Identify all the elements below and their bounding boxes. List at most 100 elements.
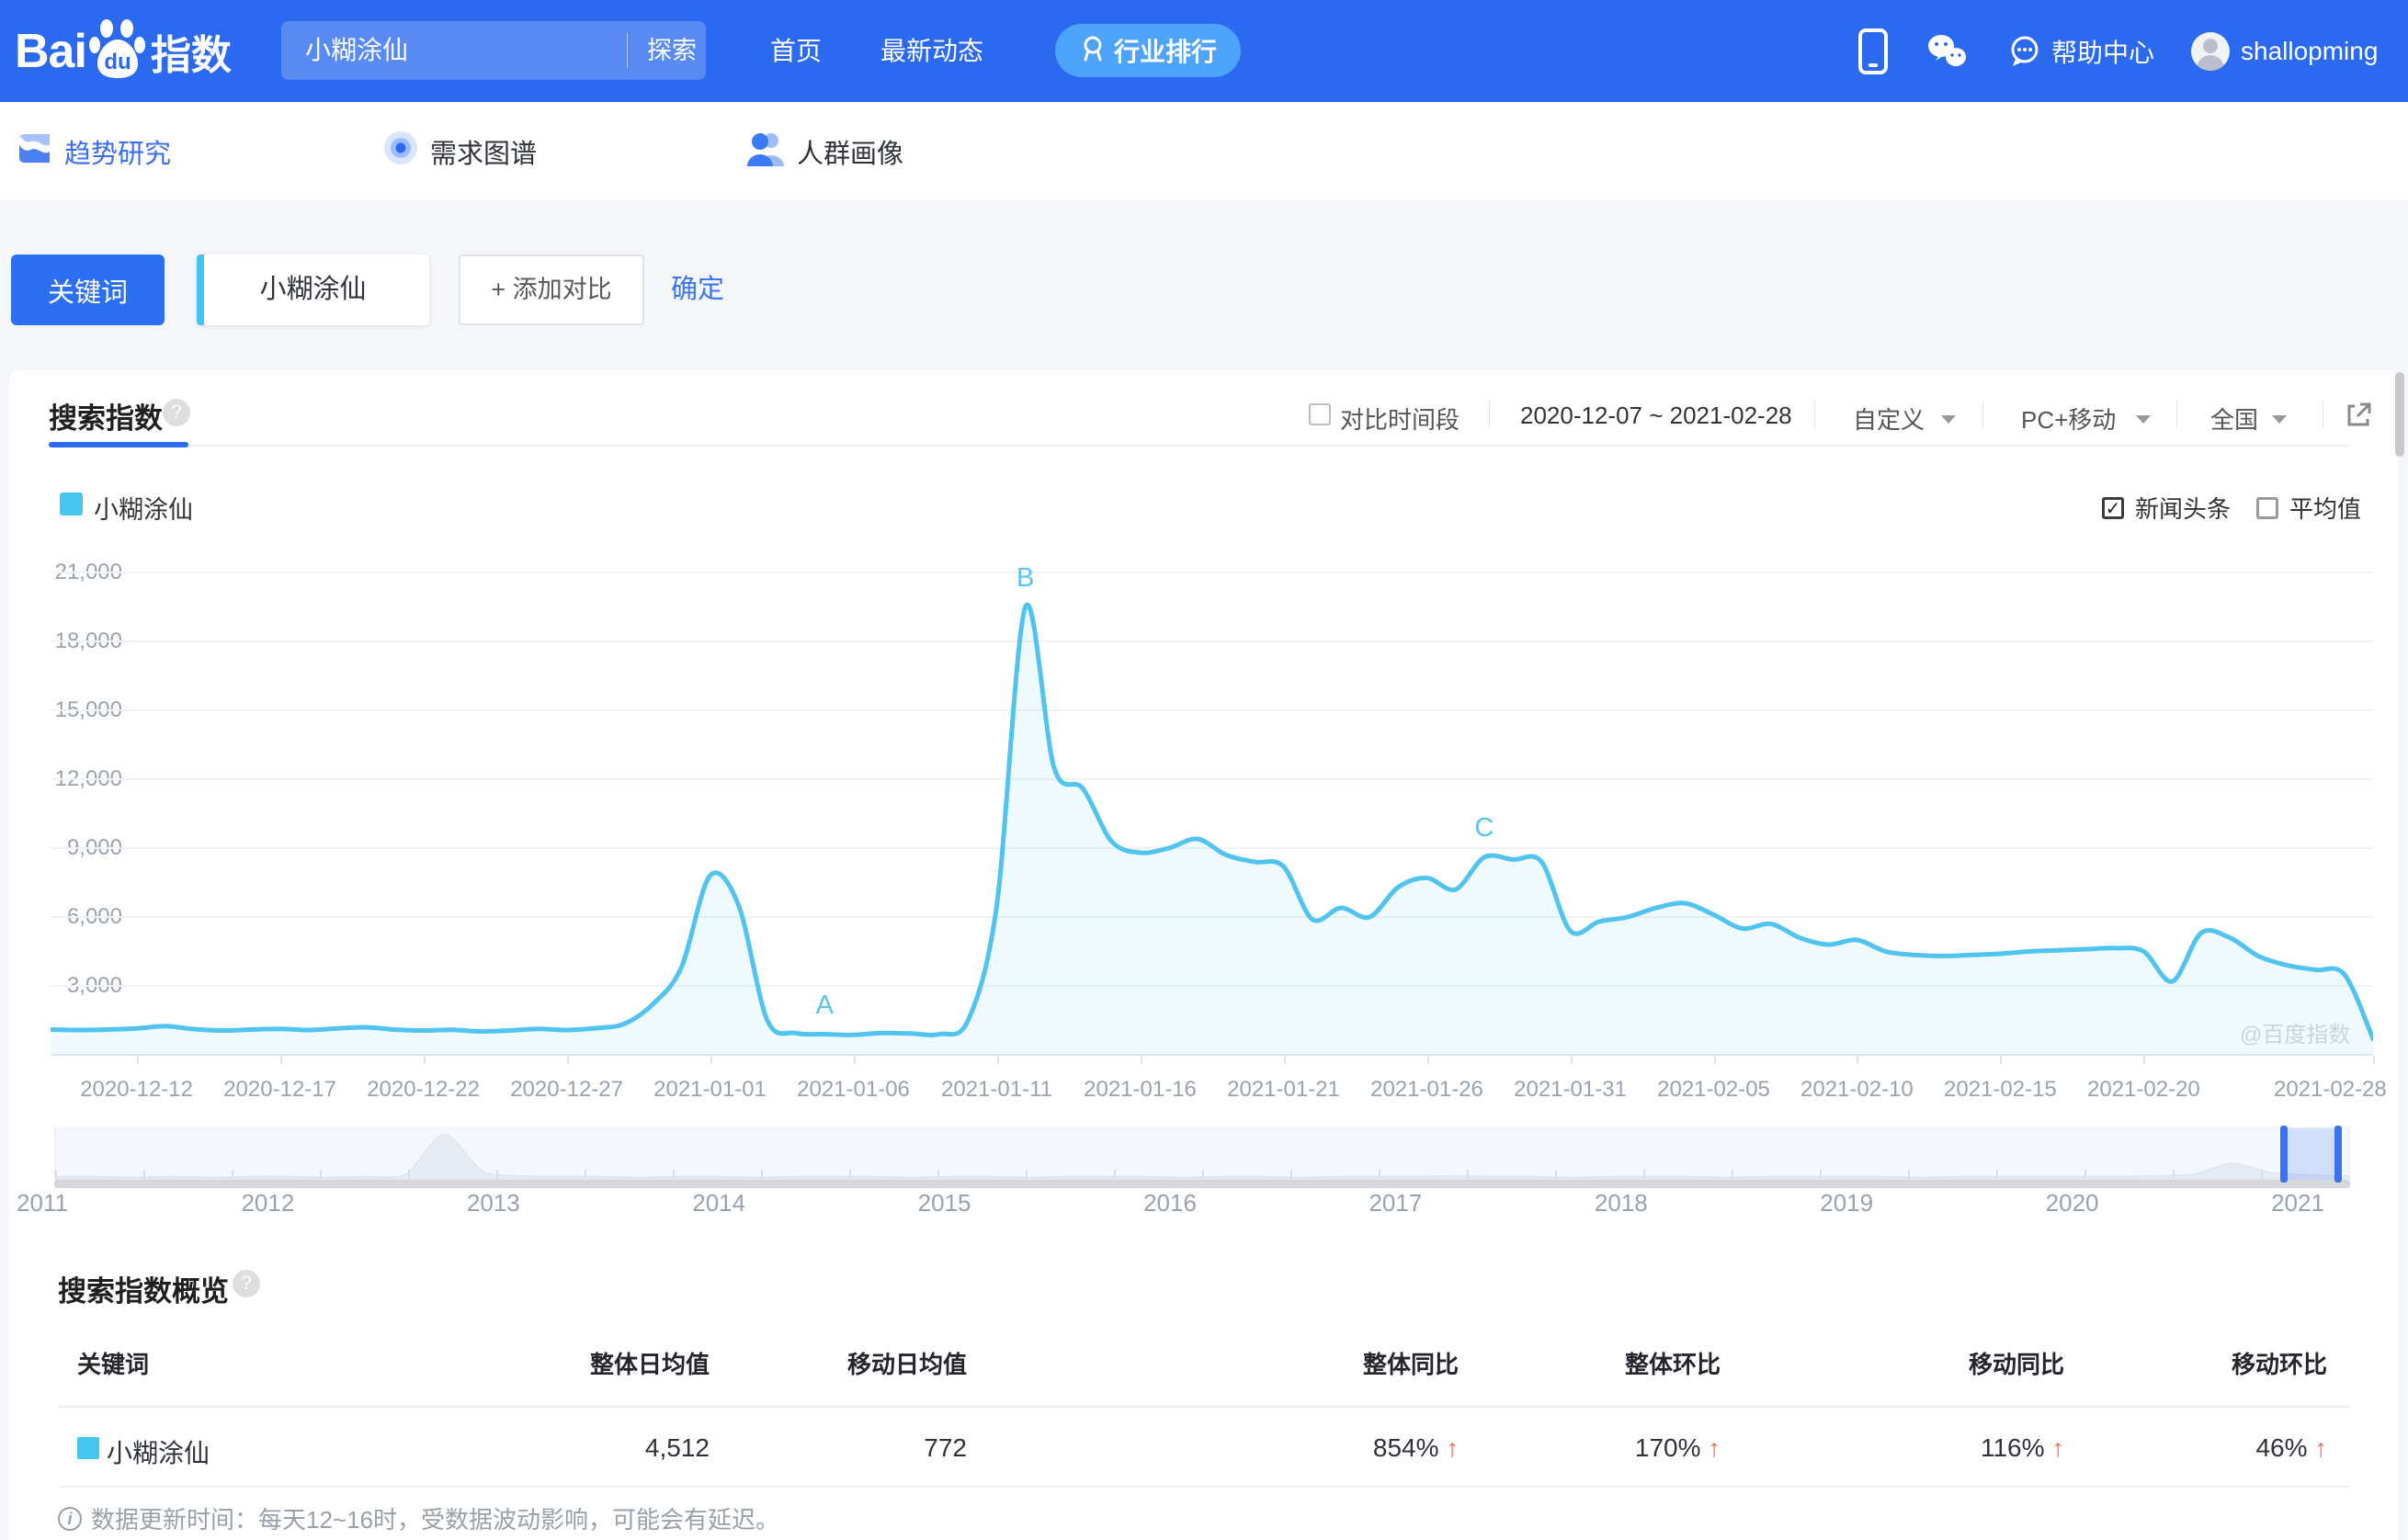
average-label: 平均值 (2289, 495, 2362, 523)
tab-crowd-portrait[interactable]: 人群画像 (745, 102, 903, 200)
row-keyword-label: 小糊涂仙 (107, 1439, 210, 1467)
tab-trend-research[interactable]: 趋势研究 (15, 102, 171, 200)
region-dropdown[interactable]: 全国 (2210, 402, 2258, 436)
nav-industry-ranking[interactable]: 行业排行 (1055, 24, 1241, 77)
control-separator (1982, 401, 1983, 428)
wechat-icon[interactable] (1926, 0, 1967, 102)
top-navbar: Bai du 指数 小糊涂仙 探索 首页 最新动态 行业排行 帮助中心 shal… (0, 0, 2408, 102)
trend-research-icon (15, 129, 53, 175)
legend-swatch[interactable] (60, 493, 83, 515)
scrollbar-thumb[interactable] (2395, 372, 2404, 457)
x-axis-tick (853, 1056, 856, 1064)
timeline-year-label: 2014 (692, 1189, 746, 1217)
x-axis-tick-label: 2020-12-22 (367, 1077, 480, 1102)
control-separator (1814, 401, 1815, 428)
watermark: @百度指数 (2240, 1023, 2351, 1047)
x-axis-tick-label: 2021-01-16 (1084, 1077, 1197, 1102)
confirm-link[interactable]: 确定 (671, 255, 724, 325)
tab-demand-graph[interactable]: 需求图谱 (382, 102, 537, 200)
x-axis-tick-label: 2021-01-11 (941, 1077, 1052, 1102)
x-axis-tick-label: 2020-12-12 (80, 1077, 193, 1102)
trend-up-arrow-icon: ↑ (2314, 1434, 2328, 1462)
checkbox-checked-icon: ✓ (2102, 496, 2124, 519)
nav-industry-ranking-label: 行业排行 (1113, 38, 1217, 66)
x-axis-tick-label: 2021-01-31 (1514, 1077, 1627, 1102)
timeline-left-handle[interactable] (2280, 1126, 2288, 1183)
timeline-right-handle[interactable] (2334, 1126, 2342, 1183)
timeline-year-label: 2013 (466, 1189, 520, 1217)
chevron-down-icon[interactable] (1941, 415, 1956, 424)
timeline-year-label: 2020 (2045, 1189, 2099, 1217)
device-dropdown[interactable]: PC+移动 (2021, 402, 2116, 436)
info-icon: i (58, 1506, 82, 1531)
compare-period-label[interactable]: 对比时间段 (1340, 402, 1460, 436)
range-mode-dropdown[interactable]: 自定义 (1853, 402, 1925, 436)
nav-home[interactable]: 首页 (770, 0, 822, 102)
export-icon[interactable] (2344, 401, 2373, 435)
checkbox-unchecked-icon (2256, 496, 2278, 519)
control-separator (1489, 401, 1490, 428)
baidu-index-logo[interactable]: Bai du 指数 (15, 0, 232, 102)
x-axis-tick-label: 2021-02-10 (1800, 1077, 1914, 1102)
row-value-cell: 772 (636, 1433, 967, 1463)
table-divider (58, 1486, 2350, 1488)
help-center-label: 帮助中心 (2051, 38, 2155, 67)
search-button[interactable]: 探索 (647, 21, 697, 80)
x-axis-tick (2143, 1056, 2146, 1064)
timeline-year-label: 2015 (917, 1189, 971, 1217)
search-input[interactable]: 小糊涂仙 探索 (281, 21, 706, 80)
title-divider (49, 445, 2350, 447)
logo-text-bai: Bai (15, 24, 87, 78)
x-axis-tick (710, 1056, 712, 1064)
control-separator (2176, 401, 2177, 428)
logo-text-zhishu: 指数 (150, 32, 232, 78)
column-header: 移动环比 (2231, 1351, 2327, 1378)
compare-period-checkbox[interactable] (1309, 403, 1331, 425)
chart-annotation-c: C (1474, 813, 1494, 843)
search-divider (627, 33, 628, 68)
help-center[interactable]: 帮助中心 (2007, 0, 2154, 102)
keyword-chip[interactable]: 小糊涂仙 (197, 255, 429, 325)
x-axis-tick (1570, 1056, 1573, 1064)
add-compare-button[interactable]: + 添加对比 (459, 255, 644, 325)
chevron-down-icon[interactable] (2136, 415, 2151, 424)
username: shallopming (2241, 36, 2379, 65)
chart-plot-area[interactable]: 2020-12-12 2020-12-17 2020-12-22 2020-12-27… (48, 562, 2387, 1102)
x-axis-tick-label: 2021-01-01 (653, 1077, 767, 1102)
overview-title: 搜索指数概览 (58, 1275, 229, 1308)
timeline-selection[interactable] (2288, 1128, 2334, 1180)
chevron-down-icon[interactable] (2272, 415, 2287, 424)
search-value[interactable]: 小糊涂仙 (305, 21, 408, 80)
timeline-scrubber[interactable] (54, 1127, 2350, 1181)
help-chat-icon (2011, 36, 2039, 66)
news-headlines-toggle[interactable]: ✓ 新闻头条 (2102, 491, 2231, 525)
keyword-type-button[interactable]: 关键词 (11, 255, 165, 325)
search-index-line-chart (48, 572, 2376, 1056)
card-title: 搜索指数 (49, 402, 163, 435)
baidu-paw-icon: du (88, 17, 147, 85)
x-axis-tick-label: 2021-02-15 (1944, 1077, 2057, 1102)
date-range-picker[interactable]: 2020-12-07 ~ 2021-02-28 (1520, 402, 1792, 430)
x-axis-tick-label: 2020-12-17 (223, 1077, 336, 1102)
table-divider (58, 1406, 2350, 1408)
timeline-track[interactable] (54, 1180, 2350, 1188)
x-axis-tick (1713, 1056, 1716, 1064)
metric-value: 772 (924, 1433, 967, 1462)
nav-latest-news[interactable]: 最新动态 (880, 0, 983, 102)
news-headlines-label: 新闻头条 (2135, 495, 2232, 523)
avatar (2191, 31, 2230, 71)
x-axis-tick (2000, 1056, 2003, 1064)
average-toggle[interactable]: 平均值 (2256, 491, 2361, 525)
x-axis-tick (1283, 1056, 1286, 1064)
title-help-icon[interactable]: ? (163, 399, 190, 426)
mobile-app-icon[interactable] (1858, 0, 1888, 102)
x-axis-tick-label: 2021-01-26 (1370, 1077, 1483, 1102)
user-account[interactable]: shallopming (2191, 0, 2378, 102)
legend-label[interactable]: 小糊涂仙 (94, 490, 193, 526)
metric-value: 170% (1634, 1433, 1701, 1462)
overview-help-icon[interactable]: ? (233, 1270, 260, 1297)
chart-annotation-b: B (1017, 562, 1035, 593)
x-axis-tick-label: 2021-01-21 (1227, 1077, 1340, 1102)
timeline-year-label: 2019 (1820, 1189, 1874, 1217)
column-header: 移动日均值 (846, 1351, 967, 1378)
